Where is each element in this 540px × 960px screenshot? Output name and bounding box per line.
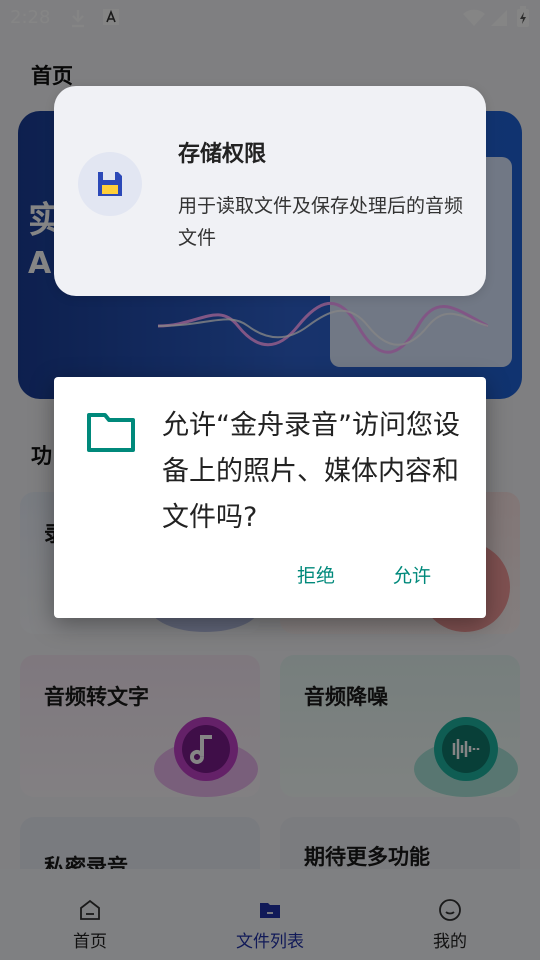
deny-button[interactable]: 拒绝: [297, 561, 335, 588]
floppy-disk-icon: [98, 172, 122, 196]
folder-icon: [87, 413, 135, 452]
permission-dialog: 允许“金舟录音”访问您设备上的照片、媒体内容和文件吗? 拒绝 允许: [54, 377, 486, 618]
permission-description: 用于读取文件及保存处理后的音频文件: [178, 195, 464, 249]
allow-button[interactable]: 允许: [393, 561, 431, 588]
dialog-message: 允许“金舟录音”访问您设备上的照片、媒体内容和文件吗?: [162, 410, 460, 533]
permission-icon-background: [78, 152, 142, 216]
permission-notice-card: 存储权限 用于读取文件及保存处理后的音频文件: [54, 86, 486, 296]
permission-title: 存储权限: [178, 142, 267, 167]
